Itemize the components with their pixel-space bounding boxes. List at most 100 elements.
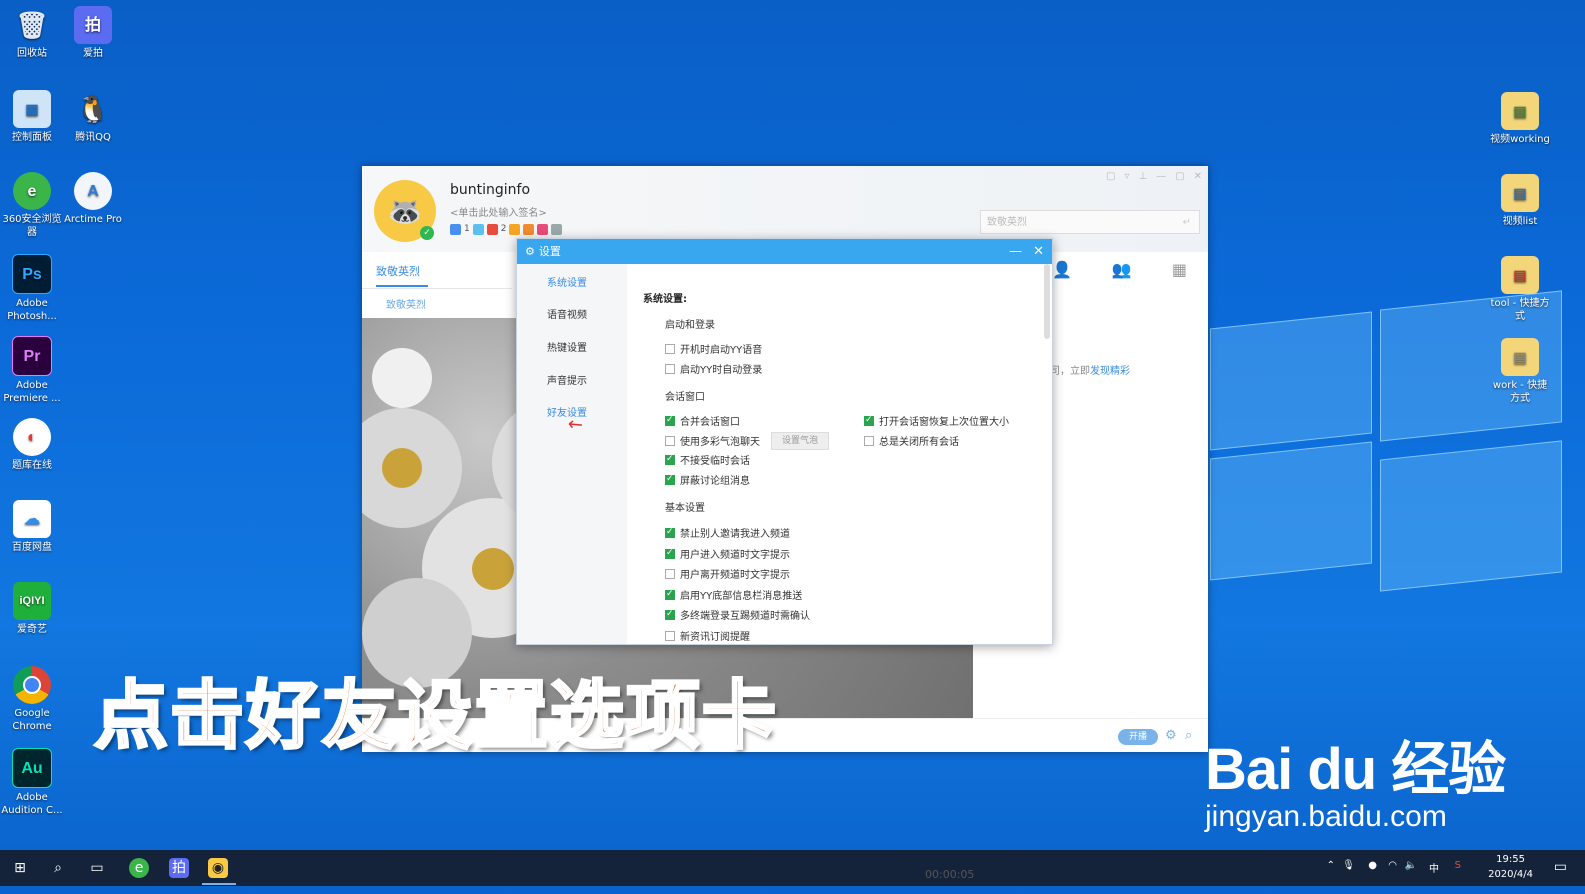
checkbox[interactable]	[665, 454, 675, 465]
search-icon[interactable]: ⌕	[48, 858, 68, 878]
shirt-icon[interactable]: ▿	[1124, 171, 1129, 182]
option-block-invite[interactable]: 禁止别人邀请我进入频道	[665, 525, 790, 540]
minimize-icon[interactable]: —	[1009, 239, 1022, 264]
checkbox[interactable]	[665, 589, 675, 600]
checkbox[interactable]	[665, 609, 675, 620]
checkbox[interactable]	[864, 415, 874, 426]
option-merge-windows[interactable]: 合并会话窗口	[665, 413, 740, 428]
group-title-session: 会话窗口	[665, 392, 705, 403]
sogou-ime-icon[interactable]: S	[1455, 860, 1461, 871]
pin-icon[interactable]: ⊥	[1138, 171, 1147, 182]
desktop-icon-tiku[interactable]: ◐ 题库在线	[0, 418, 64, 472]
desktop-icon-arctime[interactable]: A Arctime Pro	[61, 172, 125, 226]
group-title-basic: 基本设置	[665, 503, 705, 514]
checkbox[interactable]	[665, 548, 675, 559]
desktop-icon-baidu-netdisk[interactable]: ☁ 百度网盘	[0, 500, 64, 554]
ime-indicator[interactable]: 中	[1429, 860, 1439, 875]
checkbox[interactable]	[665, 568, 675, 579]
option-restore-position[interactable]: 打开会话窗恢复上次位置大小	[864, 413, 1009, 428]
desktop-icon-video-working[interactable]: ▤ 视频working	[1488, 92, 1552, 146]
set-bubble-button[interactable]: 设置气泡	[771, 432, 829, 450]
browser-360-taskbar-icon[interactable]: e	[129, 858, 149, 878]
close-icon[interactable]: ✕	[1194, 171, 1202, 182]
clock[interactable]: 19:55 2020/4/4	[1488, 852, 1533, 882]
search-input[interactable]: 致敬英烈 ↵	[980, 210, 1200, 234]
option-color-bubble[interactable]: 使用多彩气泡聊天	[665, 433, 760, 448]
enter-icon[interactable]: ↵	[1183, 211, 1191, 235]
contact-icon[interactable]: 👤	[1052, 260, 1072, 279]
desktop-icon-video-list[interactable]: ▤ 视频list	[1488, 174, 1552, 228]
nav-sound-prompt[interactable]: 声音提示	[547, 372, 587, 387]
username: buntinginfo	[450, 182, 531, 198]
dialog-title: 设置	[538, 245, 561, 258]
desktop-icon-aipai[interactable]: 拍 爱拍	[61, 6, 125, 60]
option-autostart[interactable]: 开机时启动YY语音	[665, 341, 762, 356]
nav-hotkey-settings[interactable]: 热键设置	[547, 339, 587, 354]
checkbox[interactable]	[665, 527, 675, 538]
volume-icon[interactable]: 🔈	[1405, 860, 1417, 871]
signature-field[interactable]: <单击此处输入签名>	[450, 204, 547, 219]
checkbox[interactable]	[665, 343, 675, 354]
desktop-icon-photoshop[interactable]: Ps Adobe Photosh...	[0, 254, 64, 323]
start-live-button[interactable]: 开播	[1118, 729, 1158, 745]
group-icon[interactable]: 👥	[1112, 260, 1132, 279]
desktop-icon-audition[interactable]: Au Adobe Audition C...	[0, 748, 64, 817]
maximize-icon[interactable]: ▢	[1175, 171, 1184, 182]
checkbox[interactable]	[665, 363, 675, 374]
scrollbar[interactable]	[1044, 264, 1050, 339]
settings-nav: 系统设置 语音视频 热键设置 声音提示 好友设置	[517, 264, 627, 644]
tutorial-caption: 点击好友设置选项卡	[93, 672, 778, 761]
desktop-icon-iqiyi[interactable]: iQIYI 爱奇艺	[0, 582, 64, 636]
checkbox[interactable]	[665, 630, 675, 641]
option-news-reminder[interactable]: 新资讯订阅提醒	[665, 628, 750, 643]
app-tray-icon[interactable]: ●	[1368, 860, 1377, 871]
close-icon[interactable]: ✕	[1033, 239, 1044, 264]
aipai-taskbar-icon[interactable]: 拍	[169, 858, 189, 878]
mic-icon[interactable]: 🎙	[1342, 860, 1355, 871]
nav-voice-video[interactable]: 语音视频	[547, 306, 587, 321]
arctime-icon: A	[74, 172, 112, 210]
chevron-up-icon[interactable]: ⌃	[1327, 860, 1335, 871]
desktop-icon-qq[interactable]: 🐧 腾讯QQ	[61, 90, 125, 144]
folder-shortcut-icon: ▤	[1501, 256, 1539, 294]
start-icon[interactable]: ⊞	[10, 858, 30, 878]
checkbox[interactable]	[665, 435, 675, 446]
minimize-icon[interactable]: —	[1156, 171, 1166, 182]
option-enter-prompt[interactable]: 用户进入频道时文字提示	[665, 546, 790, 561]
settings-gear-icon[interactable]: ⚙	[1165, 728, 1177, 743]
search-icon[interactable]: ⌕	[1185, 728, 1192, 743]
option-block-discussion[interactable]: 屏蔽讨论组消息	[665, 472, 750, 487]
sub-link[interactable]: 致敬英烈	[386, 296, 426, 311]
heart-badge-icon	[537, 224, 549, 235]
desktop-icon-premiere[interactable]: Pr Adobe Premiere ...	[0, 336, 64, 405]
option-close-all[interactable]: 总是关闭所有会话	[864, 433, 959, 448]
desktop-icon-tool-shortcut[interactable]: ▤ tool - 快捷方式	[1488, 256, 1552, 323]
tab-zhijing[interactable]: 致敬英烈	[376, 263, 428, 287]
discover-link[interactable]: 发现精彩	[1090, 366, 1130, 377]
option-autologin[interactable]: 启动YY时自动登录	[665, 361, 762, 376]
notification-icon[interactable]: ▭	[1554, 859, 1567, 875]
wifi-icon[interactable]: ◠	[1388, 860, 1397, 871]
yy-taskbar-icon[interactable]: ◉	[208, 858, 228, 878]
option-reject-temp[interactable]: 不接受临时会话	[665, 452, 750, 467]
apps-grid-icon[interactable]: ▦	[1172, 260, 1187, 279]
desktop-icon-chrome[interactable]: Google Chrome	[0, 666, 64, 733]
skin-icon[interactable]: ▢	[1106, 171, 1115, 182]
checkbox[interactable]	[665, 474, 675, 485]
checkbox[interactable]	[665, 415, 675, 426]
avatar[interactable]: 🦝 ✓	[374, 180, 436, 242]
desktop-icon-recycle-bin[interactable]: 🗑 回收站	[0, 6, 64, 60]
audition-icon: Au	[12, 748, 52, 788]
desktop-icon-work-shortcut[interactable]: ▤ work - 快捷方式	[1488, 338, 1552, 405]
task-view-icon[interactable]: ▭	[87, 858, 107, 878]
desktop-icon-control-panel[interactable]: ▦ 控制面板	[0, 90, 64, 144]
desktop-icon-360-browser[interactable]: e 360安全浏览器	[0, 172, 64, 239]
option-bottom-push[interactable]: 启用YY底部信息栏消息推送	[665, 587, 802, 602]
baidu-netdisk-icon: ☁	[13, 500, 51, 538]
settings-badge-icon	[551, 224, 563, 235]
dialog-titlebar: ⚙ 设置 — ✕	[517, 239, 1052, 264]
option-multi-login-confirm[interactable]: 多终端登录互踢频道时需确认	[665, 607, 810, 622]
checkbox[interactable]	[864, 435, 874, 446]
nav-system-settings[interactable]: 系统设置	[547, 274, 587, 289]
option-leave-prompt[interactable]: 用户离开频道时文字提示	[665, 566, 790, 581]
